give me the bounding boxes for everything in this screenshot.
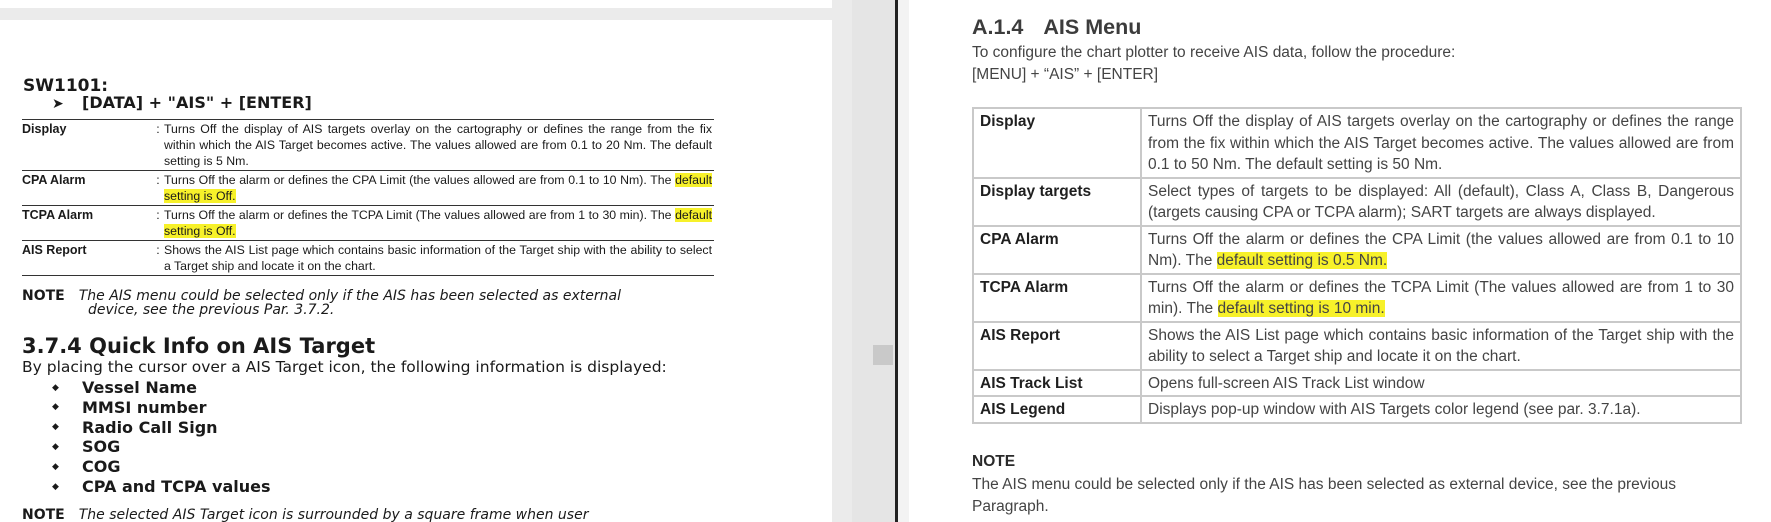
row-separator: : [156,122,160,136]
list-item-label: SOG [82,437,121,457]
left-note: NOTE The AIS menu could be selected only … [22,288,722,318]
table-row: Display Turns Off the display of AIS tar… [972,107,1742,179]
row-value: Shows the AIS List page which contains b… [1140,320,1742,371]
row-separator: : [156,208,160,222]
arrow-icon: ➤ [52,96,64,112]
diamond-bullet-icon: ◆ [52,422,59,433]
table-row: AIS Track List Opens full-screen AIS Tra… [972,368,1742,397]
command-line: ➤ [DATA] + "AIS" + [ENTER] [52,93,312,112]
section-heading: A.1.4 AIS Menu [972,15,1141,40]
row-value: Turns Off the display of AIS targets ove… [164,122,712,168]
diamond-bullet-icon: ◆ [52,382,59,393]
row-value: Select types of targets to be displayed:… [1140,176,1742,227]
table-row: CPA Alarm Turns Off the alarm or defines… [972,224,1742,275]
row-value: Turns Off the alarm or defines the CPA L… [1140,224,1742,275]
table-row: Display : Turns Off the display of AIS t… [22,119,714,171]
section-number: A.1.4 [972,15,1024,39]
list-item: ◆ Radio Call Sign [52,418,271,438]
section-intro: By placing the cursor over a AIS Target … [22,358,667,376]
row-separator: : [156,243,160,257]
list-item-label: COG [82,457,121,477]
row-value: Turns Off the alarm or defines the CPA L… [164,171,714,206]
info-bullet-list: ◆ Vessel Name ◆ MMSI number ◆ Radio Call Si… [52,378,271,497]
row-key: AIS Legend [972,395,1142,424]
row-value: Displays pop-up window with AIS Targets … [1140,395,1742,424]
section-intro: To configure the chart plotter to receiv… [972,42,1455,86]
highlighted-default: default setting is 0.5 Nm. [1216,252,1388,269]
table-row: CPA Alarm : Turns Off the alarm or defin… [22,170,714,206]
list-item-label: MMSI number [82,397,207,417]
row-value-text: Turns Off the alarm or defines the CPA L… [164,173,676,187]
table-row: AIS Report Shows the AIS List page which… [972,320,1742,371]
table-row: Display targets Select types of targets … [972,176,1742,227]
list-item-label: Radio Call Sign [82,417,218,437]
note-label: NOTE [22,507,65,522]
previous-page-bottom [0,0,832,8]
table-row: AIS Report : Shows the AIS List page whi… [22,240,714,276]
table-row: AIS Legend Displays pop-up window with A… [972,395,1742,424]
list-item: ◆ SOG [52,437,271,457]
left-note-2: NOTE The selected AIS Target icon is surr… [22,507,588,522]
highlighted-default: default setting is 10 min. [1217,300,1385,317]
list-item: ◆ Vessel Name [52,378,271,398]
row-separator: : [156,173,160,187]
diamond-bullet-icon: ◆ [52,481,59,492]
note-text: The selected AIS Target icon is surround… [78,507,589,522]
row-value: Shows the AIS List page which contains b… [164,243,712,273]
note-text-continued: device, see the previous Par. 3.7.2. [88,302,335,318]
note-label: NOTE [972,453,1016,470]
row-value: Turns Off the alarm or defines the TCPA … [164,206,714,241]
row-key: Display [972,107,1142,179]
row-key: AIS Track List [972,368,1142,397]
table-row: TCPA Alarm : Turns Off the alarm or defi… [22,205,714,241]
row-key: TCPA Alarm [972,272,1142,323]
left-settings-table: Display : Turns Off the display of AIS t… [22,119,714,276]
intro-line: To configure the chart plotter to receiv… [972,44,1456,61]
row-value-text: Turns Off the alarm or defines the TCPA … [164,208,676,222]
list-item: ◆ COG [52,457,271,477]
row-key: AIS Report [22,243,87,257]
row-value: Turns Off the alarm or defines the TCPA … [1140,272,1742,323]
row-key: CPA Alarm [972,224,1142,275]
table-row: TCPA Alarm Turns Off the alarm or define… [972,272,1742,323]
diamond-bullet-icon: ◆ [52,402,59,413]
row-key: CPA Alarm [22,173,86,187]
command-text: [DATA] + "AIS" + [ENTER] [82,93,312,112]
row-value: Opens full-screen AIS Track List window [1140,368,1742,397]
list-item: ◆ CPA and TCPA values [52,477,271,497]
row-key: Display [22,122,67,136]
section-title: AIS Menu [1043,15,1142,39]
list-item: ◆ MMSI number [52,398,271,418]
section-title: 3.7.4 Quick Info on AIS Target [22,334,376,358]
right-settings-table: Display Turns Off the display of AIS tar… [972,107,1742,424]
note-label: NOTE [22,288,65,304]
scrollbar-thumb[interactable] [873,345,893,365]
diamond-bullet-icon: ◆ [52,461,59,472]
row-key: AIS Report [972,320,1142,371]
row-key: Display targets [972,176,1142,227]
command-line: [MENU] + “AIS” + [ENTER] [972,66,1159,83]
list-item-label: CPA and TCPA values [82,476,271,496]
list-item-label: Vessel Name [82,378,198,397]
note-text: The AIS menu could be selected only if t… [972,476,1676,515]
row-value: Turns Off the display of AIS targets ove… [1140,107,1742,179]
diamond-bullet-icon: ◆ [52,441,59,452]
row-key: TCPA Alarm [22,208,94,222]
